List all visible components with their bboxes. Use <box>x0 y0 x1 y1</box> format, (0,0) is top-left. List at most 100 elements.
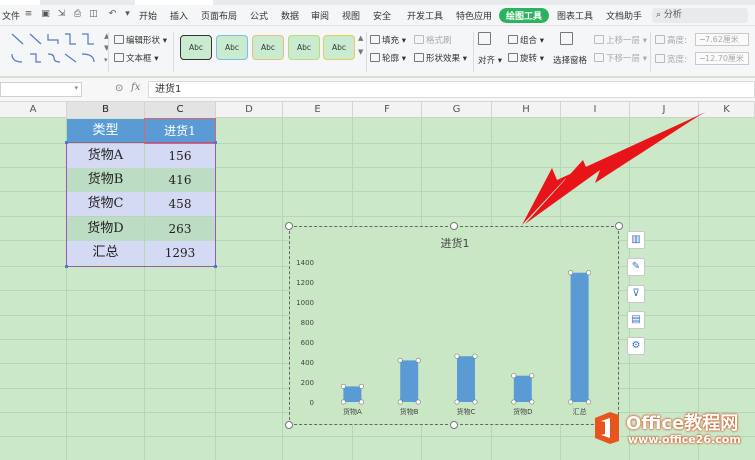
bar-handle[interactable] <box>454 353 460 359</box>
tab-home[interactable]: 开始 <box>139 9 157 22</box>
column-header-j[interactable]: J <box>630 102 699 118</box>
bar-handle[interactable] <box>340 399 346 405</box>
column-header-g[interactable]: G <box>422 102 492 118</box>
chart-type-icon[interactable]: ▤ <box>627 311 645 329</box>
bar-3[interactable] <box>457 356 475 402</box>
tab-doc-assistant[interactable]: 文档助手 <box>606 9 642 22</box>
search-box[interactable]: ⌕ 分析 <box>652 8 748 23</box>
shape-style-4[interactable]: Abc <box>288 35 320 60</box>
hamburger-icon[interactable]: ≡ <box>23 9 34 20</box>
column-header-i[interactable]: I <box>561 102 630 118</box>
chart-resize-handle[interactable] <box>615 222 623 230</box>
column-header-b[interactable]: B <box>67 102 145 118</box>
height-input[interactable]: −7.62厘米 <box>695 33 749 46</box>
shape-style-2[interactable]: Abc <box>216 35 248 60</box>
table-cell[interactable]: 1293 <box>145 241 215 265</box>
format-brush-button[interactable]: 格式刷 <box>414 34 452 46</box>
column-header-k[interactable]: K <box>699 102 755 118</box>
tab-chart-tools[interactable]: 图表工具 <box>557 9 593 22</box>
fx-icon[interactable]: fx <box>131 82 140 93</box>
tab-page-layout[interactable]: 页面布局 <box>201 9 237 22</box>
bar-1[interactable] <box>343 386 362 402</box>
chart-resize-handle[interactable] <box>450 222 458 230</box>
bar-handle[interactable] <box>472 353 478 359</box>
range-handle[interactable] <box>214 265 217 268</box>
tab-view[interactable]: 视图 <box>342 9 360 22</box>
table-cell[interactable]: 货物C <box>67 192 144 216</box>
bar-handle[interactable] <box>586 270 592 276</box>
column-header-c[interactable]: C <box>145 102 216 118</box>
bar-handle[interactable] <box>568 399 574 405</box>
fill-button[interactable]: 填充 ▾ <box>370 34 406 46</box>
name-box[interactable]: ▾ <box>0 82 82 97</box>
group-button[interactable]: 组合 ▾ <box>508 34 544 46</box>
bar-handle[interactable] <box>529 399 535 405</box>
column-header-f[interactable]: F <box>353 102 422 118</box>
bar-handle[interactable] <box>340 383 346 389</box>
range-handle[interactable] <box>214 141 217 144</box>
bar-handle[interactable] <box>568 270 574 276</box>
bar-handle[interactable] <box>511 399 517 405</box>
bring-forward-button[interactable]: 上移一层 ▾ <box>594 34 647 46</box>
table-cell[interactable]: 263 <box>145 217 215 241</box>
table-cell[interactable]: 货物B <box>67 168 144 192</box>
undo-dropdown-icon[interactable]: ▾ <box>122 9 133 20</box>
tab-security[interactable]: 安全 <box>373 9 391 22</box>
column-header-e[interactable]: E <box>283 102 353 118</box>
column-header-d[interactable]: D <box>216 102 283 118</box>
style-up-icon[interactable]: ▲ <box>358 34 363 42</box>
table-cell[interactable]: 416 <box>145 168 215 192</box>
bar-handle[interactable] <box>586 399 592 405</box>
chart-settings-icon[interactable]: ⚙ <box>627 337 645 355</box>
chart-resize-handle[interactable] <box>450 421 458 429</box>
shape-gallery[interactable]: ▲ ▼ ▾ <box>10 30 109 70</box>
range-handle[interactable] <box>65 141 68 144</box>
bar-handle[interactable] <box>454 399 460 405</box>
table-cell[interactable]: 156 <box>145 144 215 168</box>
range-handle[interactable] <box>65 265 68 268</box>
width-input[interactable]: −12.70厘米 <box>695 52 749 65</box>
file-menu[interactable]: 文件 <box>2 9 20 22</box>
bar-handle[interactable] <box>511 373 517 379</box>
chart-resize-handle[interactable] <box>285 421 293 429</box>
bar-4[interactable] <box>513 375 532 402</box>
table-cell[interactable]: 汇总 <box>67 241 144 265</box>
align-icon[interactable] <box>478 32 500 46</box>
selection-pane-button[interactable]: 选择窗格 <box>553 54 587 66</box>
send-backward-button[interactable]: 下移一层 ▾ <box>594 52 647 64</box>
text-box-button[interactable]: 文本框 ▾ <box>114 52 158 64</box>
table-cell[interactable]: 458 <box>145 192 215 216</box>
chart-style-icon[interactable]: ✎ <box>627 258 645 276</box>
formula-input[interactable]: 进货1 <box>148 81 755 98</box>
export-icon[interactable]: ⇲ <box>56 9 67 20</box>
selection-pane-icon[interactable] <box>560 32 580 47</box>
gallery-more-icon[interactable]: ▾ <box>104 56 108 64</box>
save-icon[interactable]: ▣ <box>40 9 51 20</box>
bar-handle[interactable] <box>472 399 478 405</box>
tab-review[interactable]: 审阅 <box>311 9 329 22</box>
rotate-button[interactable]: 旋转 ▾ <box>508 52 544 64</box>
tab-data[interactable]: 数据 <box>281 9 299 22</box>
chart-area[interactable]: 进货1 0 200 400 600 800 1000 1200 1400 货物A 货物B 货物C 货物… <box>289 226 619 425</box>
bar-2[interactable] <box>400 360 419 402</box>
table-header-purchase[interactable]: 进货1 <box>145 119 215 143</box>
shape-style-1[interactable]: Abc <box>180 35 212 60</box>
chart-elements-icon[interactable]: ▥ <box>627 231 645 249</box>
shape-style-5[interactable]: Abc <box>323 35 355 60</box>
tab-developer[interactable]: 开发工具 <box>407 9 443 22</box>
print-icon[interactable]: ⎙ <box>72 9 83 20</box>
bar-handle[interactable] <box>358 383 364 389</box>
align-button[interactable]: 对齐 ▾ <box>478 54 502 66</box>
bar-handle[interactable] <box>415 357 421 363</box>
chart-resize-handle[interactable] <box>285 222 293 230</box>
tab-features[interactable]: 特色应用 <box>456 9 492 22</box>
bar-5[interactable] <box>570 272 589 402</box>
outline-button[interactable]: 轮廓 ▾ <box>370 52 406 64</box>
undo-icon[interactable]: ↶ <box>107 9 118 20</box>
zoom-icon[interactable]: ⊙ <box>115 83 123 94</box>
table-cell[interactable]: 货物D <box>67 217 144 241</box>
bar-handle[interactable] <box>397 399 403 405</box>
tab-formula[interactable]: 公式 <box>250 9 268 22</box>
bar-handle[interactable] <box>358 399 364 405</box>
style-down-icon[interactable]: ▼ <box>358 48 363 56</box>
